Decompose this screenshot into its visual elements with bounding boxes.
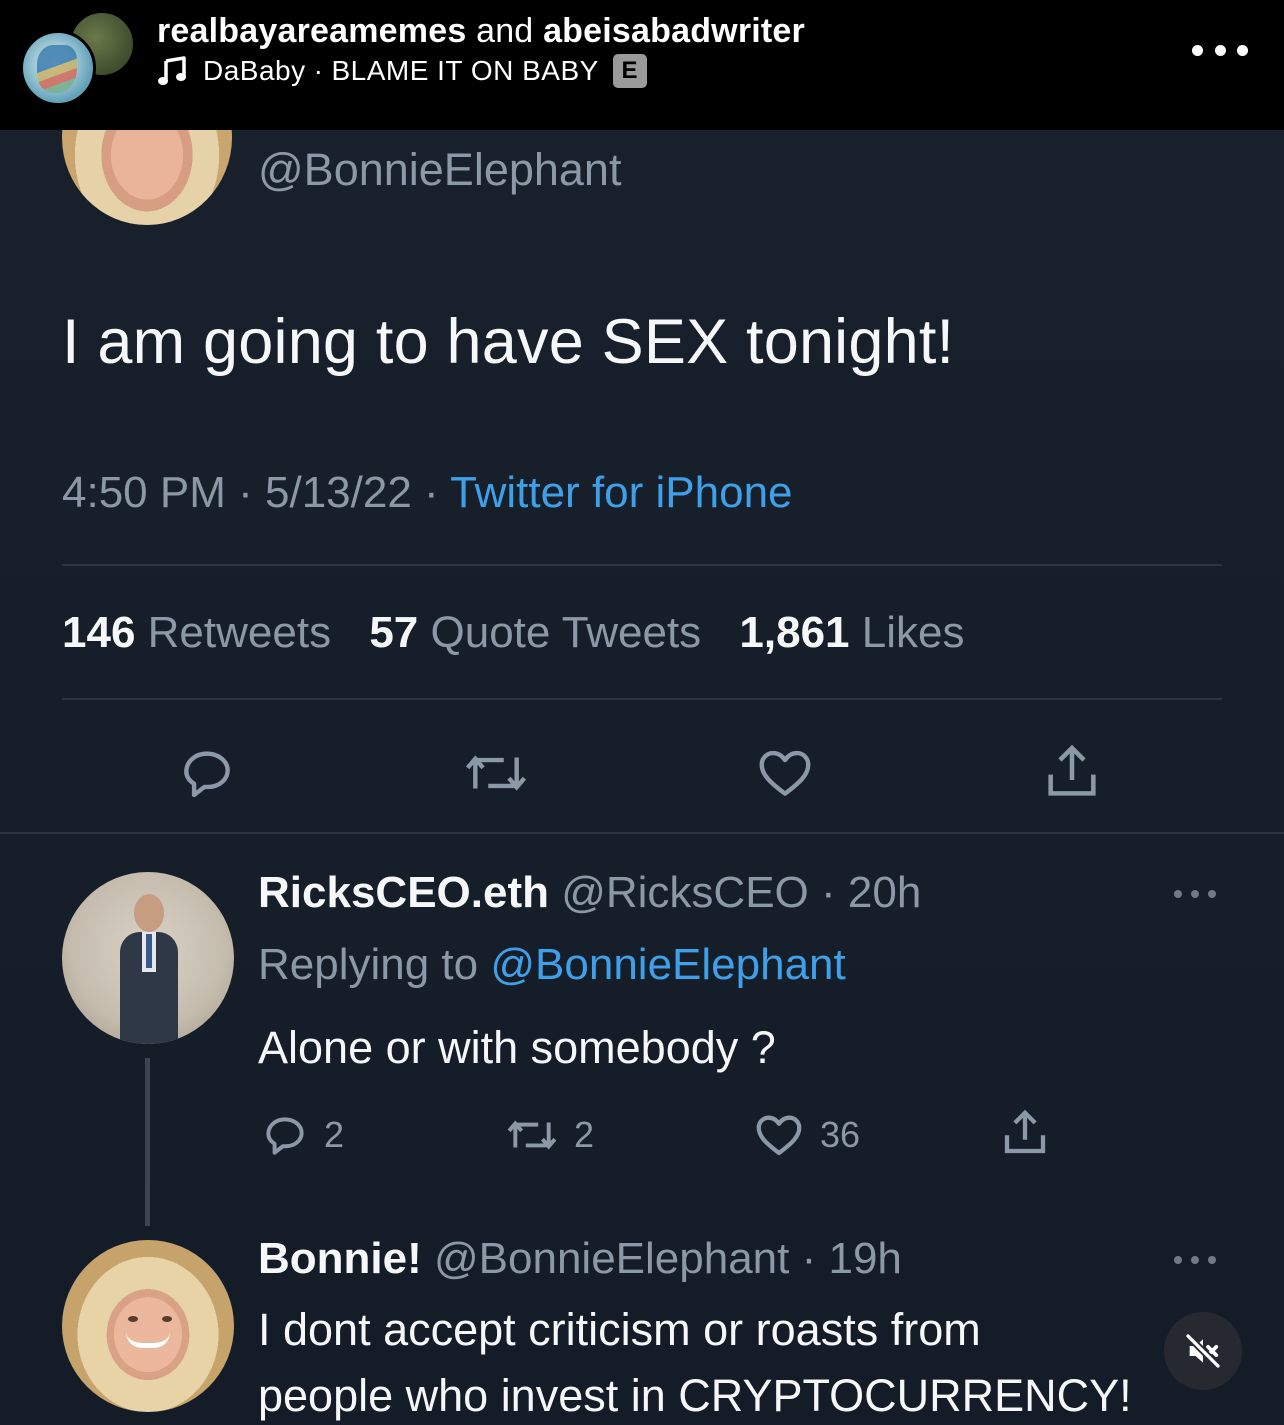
reply-1-reply-action: 2	[260, 1110, 344, 1160]
retweet-icon	[507, 1120, 557, 1150]
retweets-count: 146	[62, 608, 136, 657]
reply-1-time: 20h	[847, 868, 922, 917]
divider	[62, 698, 1222, 700]
author-link-2[interactable]: abeisabadwriter	[543, 12, 805, 50]
reply-1-header: RicksCEO.eth @RicksCEO · 20h	[258, 868, 922, 917]
retweet-icon	[465, 755, 527, 791]
tweet-stats: 146 Retweets 57 Quote Tweets 1,861 Likes	[62, 608, 964, 658]
like-icon	[759, 750, 811, 796]
quote-count: 57	[369, 608, 419, 657]
replying-to-label: Replying to	[258, 940, 479, 989]
share-icon	[1048, 744, 1096, 796]
like-icon	[756, 1115, 802, 1156]
reply-1-name: RicksCEO.eth	[258, 868, 549, 917]
retweets-label: Retweets	[147, 608, 332, 657]
authors-connector: and	[476, 12, 534, 50]
tweet-source: Twitter for iPhone	[450, 468, 793, 517]
reply-2-time: 19h	[828, 1234, 902, 1283]
reply-1-handle: @RicksCEO	[561, 868, 809, 917]
reply-1-reply-count: 2	[324, 1114, 345, 1155]
reply-1-text: Alone or with somebody ?	[258, 1022, 776, 1073]
reply-1-replying-to: Replying to @BonnieElephant	[258, 940, 846, 990]
tweet-time: 4:50 PM	[62, 468, 226, 517]
more-options-icon[interactable]	[1192, 30, 1248, 70]
reply-1-avatar	[62, 872, 234, 1044]
reply-2-text-line-1: I dont accept criticism or roasts from	[258, 1304, 981, 1355]
likes-label: Likes	[861, 608, 965, 657]
explicit-badge: E	[612, 54, 647, 88]
music-note-icon	[158, 56, 186, 85]
reply-1-more-icon	[1174, 888, 1216, 900]
reply-2-header: Bonnie! @BonnieElephant · 19h	[258, 1234, 902, 1283]
collab-avatars[interactable]	[20, 8, 136, 108]
thread-line	[145, 1058, 150, 1226]
section-divider	[0, 832, 1284, 834]
tweet-author-handle: @BonnieElephant	[258, 144, 622, 195]
tweet-date: 5/13/22	[265, 468, 412, 517]
music-artist: DaBaby	[203, 55, 306, 86]
author-link-1[interactable]: realbayareamemes	[157, 12, 466, 50]
reply-2-text-line-2: people who invest in CRYPTOCURRENCY!	[258, 1370, 1132, 1421]
divider	[62, 564, 1222, 566]
mute-toggle-button[interactable]	[1164, 1312, 1242, 1390]
reply-1-retweet-count: 2	[574, 1114, 595, 1155]
reply-1-retweet-action: 2	[504, 1110, 594, 1160]
reply-2-name: Bonnie!	[258, 1234, 422, 1283]
reply-2-avatar	[62, 1240, 234, 1412]
tweet-text: I am going to have SEX tonight!	[62, 307, 955, 377]
reply-icon	[266, 1117, 304, 1155]
reply-1-like-count: 36	[820, 1114, 861, 1155]
tweet-author-avatar	[62, 130, 232, 225]
post-authors: realbayareamemes and abeisabadwriter	[157, 12, 805, 51]
share-icon	[1004, 1109, 1046, 1154]
replying-to-handle: @BonnieElephant	[490, 940, 846, 989]
likes-count: 1,861	[739, 608, 850, 657]
music-attribution[interactable]: DaBaby · BLAME IT ON BABY E	[157, 54, 647, 88]
reply-2-handle: @BonnieElephant	[434, 1234, 790, 1283]
quote-label: Quote Tweets	[430, 608, 702, 657]
muted-speaker-icon	[1184, 1332, 1222, 1370]
reply-1-like-action: 36	[752, 1108, 860, 1162]
tweet-screenshot: @BonnieElephant I am going to have SEX t…	[0, 130, 1284, 1425]
ig-post-header: realbayareamemes and abeisabadwriter DaB…	[0, 0, 1284, 130]
tweet-meta: 4:50 PM · 5/13/22 · Twitter for iPhone	[62, 468, 793, 517]
music-separator: ·	[313, 55, 324, 86]
music-track: BLAME IT ON BABY	[331, 55, 599, 86]
reply-icon	[184, 751, 230, 798]
avatar-realbayareamemes[interactable]	[20, 30, 96, 106]
reply-2-more-icon	[1174, 1254, 1216, 1266]
